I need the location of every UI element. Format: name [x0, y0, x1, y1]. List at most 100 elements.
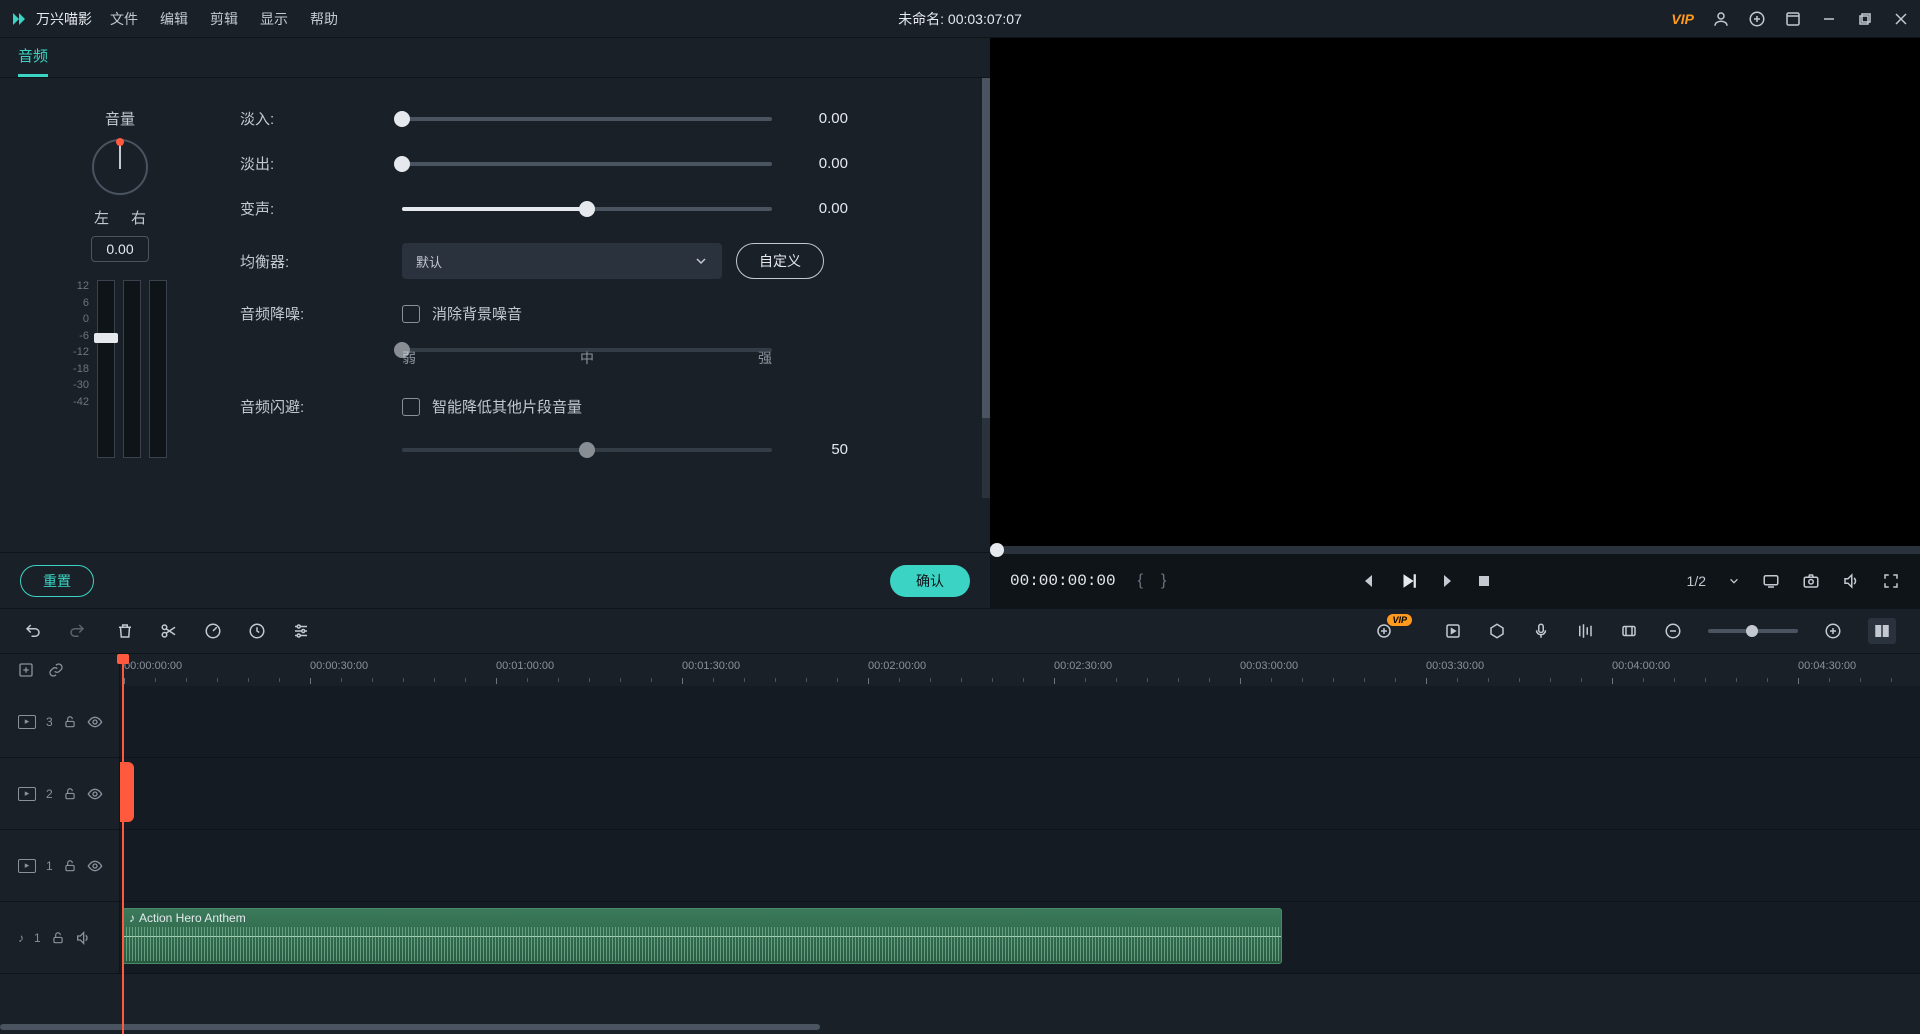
denoise-checkbox[interactable]: [402, 305, 420, 323]
scale-dropdown-icon[interactable]: [1728, 575, 1740, 587]
fade-in-slider[interactable]: [402, 117, 772, 121]
close-icon[interactable]: [1892, 10, 1910, 28]
ducking-checkbox[interactable]: [402, 398, 420, 416]
fade-out-value: 0.00: [792, 155, 848, 172]
volume-column: 音量 左 右 0.00 12 6 0 -6 -12 -18 -30: [0, 108, 240, 552]
eq-label: 均衡器:: [240, 251, 402, 272]
preview-scrubber[interactable]: [990, 546, 1920, 554]
ruler-tick: 00:03:30:00: [1426, 660, 1484, 672]
fade-out-label: 淡出:: [240, 153, 402, 174]
menu-clip[interactable]: 剪辑: [210, 9, 238, 29]
redo-icon[interactable]: [68, 622, 86, 640]
volume-value[interactable]: 0.00: [91, 236, 148, 262]
save-icon[interactable]: [1784, 10, 1802, 28]
vip-badge[interactable]: VIP: [1671, 11, 1694, 27]
waveform: [123, 927, 1281, 961]
render-icon[interactable]: [1444, 622, 1462, 640]
track-type-video-icon: ▸: [18, 859, 36, 873]
voiceover-icon[interactable]: [1532, 622, 1550, 640]
split-icon[interactable]: [160, 622, 178, 640]
fade-in-value: 0.00: [792, 110, 848, 127]
crop-icon[interactable]: [1620, 622, 1638, 640]
fullscreen-icon[interactable]: [1882, 572, 1900, 590]
pitch-slider[interactable]: [402, 207, 772, 211]
message-icon[interactable]: [1748, 10, 1766, 28]
lock-icon[interactable]: [63, 859, 77, 873]
volume-label: 音量: [105, 108, 135, 129]
snapshot-icon[interactable]: [1802, 572, 1820, 590]
lock-icon[interactable]: [51, 931, 65, 945]
undo-icon[interactable]: [24, 622, 42, 640]
link-icon[interactable]: [48, 662, 64, 678]
lock-icon[interactable]: [63, 787, 77, 801]
eye-icon[interactable]: [87, 714, 103, 730]
eq-custom-button[interactable]: 自定义: [736, 243, 824, 279]
level-meter-left: [123, 280, 141, 458]
music-note-icon: ♪: [129, 911, 135, 925]
track-lane[interactable]: [120, 686, 1920, 757]
preview-scale[interactable]: 1/2: [1687, 573, 1706, 589]
maximize-icon[interactable]: [1856, 10, 1874, 28]
panel-vscrollbar[interactable]: [982, 78, 990, 498]
fit-icon[interactable]: [1868, 618, 1896, 644]
denoise-label: 音频降噪:: [240, 303, 402, 324]
confirm-button[interactable]: 确认: [890, 565, 970, 597]
audio-icon[interactable]: [1842, 572, 1860, 590]
zoom-in-icon[interactable]: [1824, 622, 1842, 640]
pan-knob[interactable]: [92, 139, 148, 195]
mixer-icon[interactable]: [1576, 622, 1594, 640]
chevron-down-icon: [694, 254, 708, 268]
history-icon[interactable]: [248, 622, 266, 640]
prev-frame-icon[interactable]: [1361, 573, 1377, 589]
ruler-tick: 00:00:00:00: [124, 660, 182, 672]
lock-icon[interactable]: [63, 715, 77, 729]
mark-out-icon[interactable]: }: [1161, 572, 1166, 590]
user-icon[interactable]: [1712, 10, 1730, 28]
menu-file[interactable]: 文件: [110, 9, 138, 29]
volume-fader[interactable]: [97, 280, 115, 458]
reset-button[interactable]: 重置: [20, 565, 94, 597]
pan-left-label: 左: [94, 207, 109, 228]
eq-select[interactable]: 默认: [402, 243, 722, 279]
fade-out-slider[interactable]: [402, 162, 772, 166]
vip-mini-badge: VIP: [1387, 614, 1412, 626]
fade-in-label: 淡入:: [240, 108, 402, 129]
audio-clip[interactable]: ♪Action Hero Anthem: [122, 908, 1282, 964]
playhead[interactable]: [122, 654, 124, 1034]
ducking-value: 50: [792, 441, 848, 458]
track-lane[interactable]: ♪Action Hero Anthem: [120, 902, 1920, 973]
volume-meters: 12 6 0 -6 -12 -18 -30 -42: [73, 280, 167, 458]
track-type-video-icon: ▸: [18, 715, 36, 729]
ruler-tick: 00:00:30:00: [310, 660, 368, 672]
track-lane[interactable]: [120, 758, 1920, 829]
eye-icon[interactable]: [87, 858, 103, 874]
zoom-out-icon[interactable]: [1664, 622, 1682, 640]
ruler-tick: 00:02:00:00: [868, 660, 926, 672]
timeline-toolbar: VIP: [0, 608, 1920, 654]
stop-icon[interactable]: [1477, 574, 1491, 588]
menu-help[interactable]: 帮助: [310, 9, 338, 29]
track-lane[interactable]: [120, 830, 1920, 901]
marker-icon[interactable]: [1488, 622, 1506, 640]
denoise-strength-slider: [402, 348, 772, 352]
timeline-ruler[interactable]: 00:00:00:0000:00:30:0000:01:00:0000:01:3…: [120, 654, 1920, 686]
tab-audio[interactable]: 音频: [18, 45, 48, 77]
next-frame-icon[interactable]: [1439, 573, 1455, 589]
speaker-icon[interactable]: [75, 930, 91, 946]
play-icon[interactable]: [1399, 572, 1417, 590]
pitch-value: 0.00: [792, 200, 848, 217]
zoom-slider[interactable]: [1708, 629, 1798, 633]
track-add-icon[interactable]: [18, 662, 34, 678]
ducking-label: 音频闪避:: [240, 396, 402, 417]
minimize-icon[interactable]: [1820, 10, 1838, 28]
quality-icon[interactable]: [1762, 572, 1780, 590]
adjust-icon[interactable]: [292, 622, 310, 640]
mark-in-icon[interactable]: {: [1138, 572, 1143, 590]
menu-view[interactable]: 显示: [260, 9, 288, 29]
track-index: 3: [46, 715, 53, 729]
delete-icon[interactable]: [116, 622, 134, 640]
speed-icon[interactable]: [204, 622, 222, 640]
eye-icon[interactable]: [87, 786, 103, 802]
titlebar: 万兴喵影 文件 编辑 剪辑 显示 帮助 未命名: 00:03:07:07 VIP: [0, 0, 1920, 38]
menu-edit[interactable]: 编辑: [160, 9, 188, 29]
